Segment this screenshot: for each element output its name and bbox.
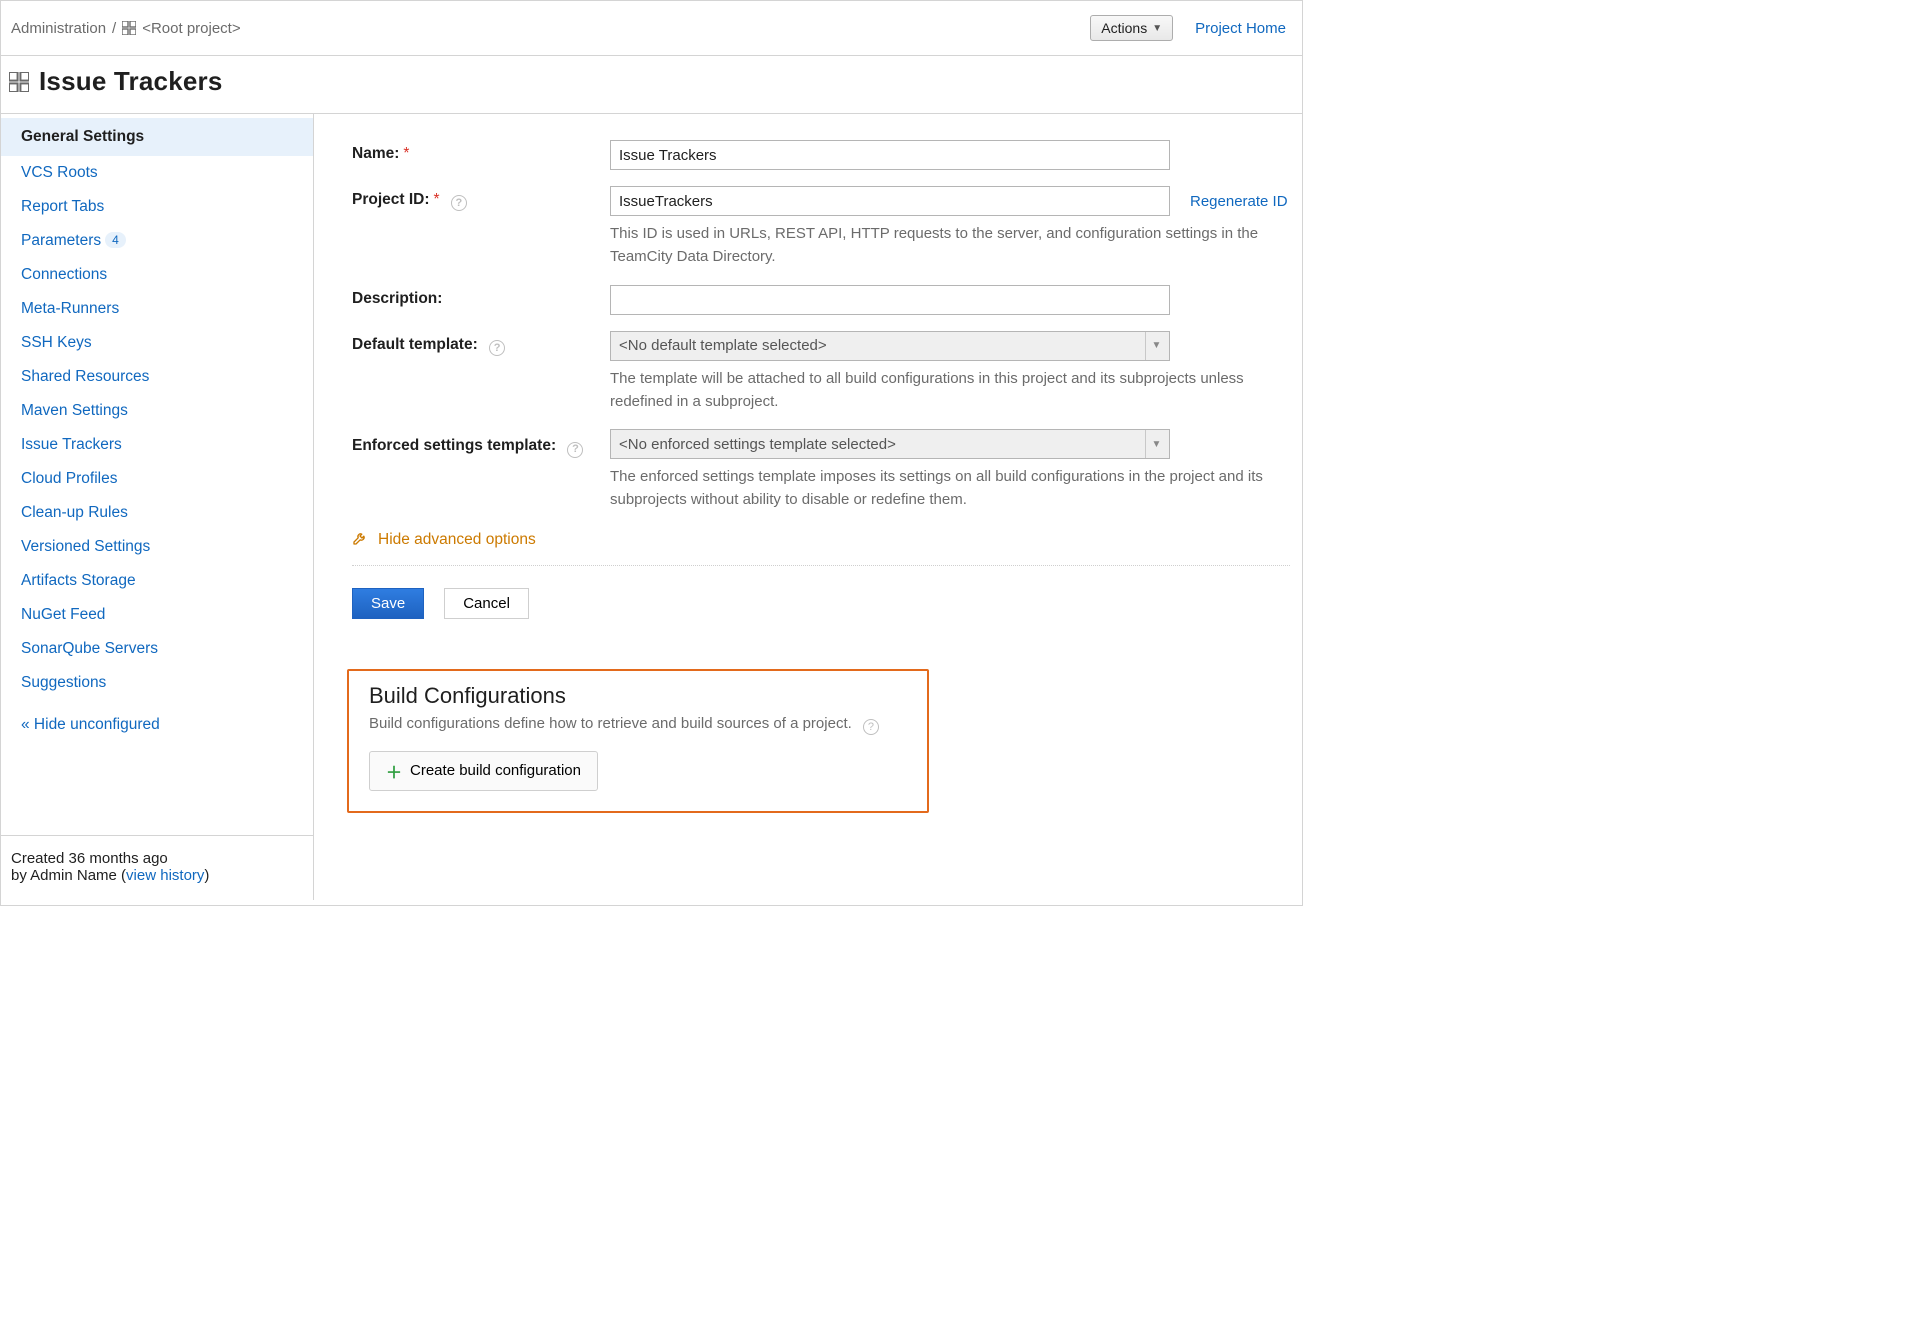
sidebar-item-cloud-profiles[interactable]: Cloud Profiles xyxy=(1,462,313,496)
wrench-icon xyxy=(352,530,368,551)
breadcrumb-root: <Root project> xyxy=(142,20,240,37)
select-value: <No default template selected> xyxy=(619,337,827,354)
sidebar-item-label: Versioned Settings xyxy=(21,538,150,555)
sidebar-item-label: Cloud Profiles xyxy=(21,470,118,487)
sidebar-item-sonarqube-servers[interactable]: SonarQube Servers xyxy=(1,632,313,666)
project-icon xyxy=(122,21,136,35)
sidebar-item-label: Connections xyxy=(21,266,107,283)
project-id-input[interactable] xyxy=(610,186,1170,216)
created-by: by Admin Name ( xyxy=(11,867,126,884)
sidebar-item-clean-up-rules[interactable]: Clean-up Rules xyxy=(1,496,313,530)
project-home-link[interactable]: Project Home xyxy=(1195,20,1286,37)
sidebar-item-label: Report Tabs xyxy=(21,198,104,215)
sidebar-item-meta-runners[interactable]: Meta-Runners xyxy=(1,292,313,326)
project-icon xyxy=(9,72,29,92)
chevron-down-icon: ▼ xyxy=(1145,430,1167,458)
name-input[interactable] xyxy=(610,140,1170,170)
sidebar-item-maven-settings[interactable]: Maven Settings xyxy=(1,394,313,428)
header-bar: Administration / <Root project> Actions … xyxy=(1,1,1302,56)
sidebar-item-label: SonarQube Servers xyxy=(21,640,158,657)
hide-unconfigured-link[interactable]: « Hide unconfigured xyxy=(1,706,313,744)
project-id-label: Project ID:* ? xyxy=(352,186,610,211)
sidebar: General Settings VCS Roots Report Tabs P… xyxy=(1,114,314,900)
plus-icon: ＋ xyxy=(386,759,402,783)
sidebar-item-label: Clean-up Rules xyxy=(21,504,128,521)
help-icon[interactable]: ? xyxy=(863,719,879,735)
chevron-down-icon: ▼ xyxy=(1152,23,1162,34)
help-icon[interactable]: ? xyxy=(451,195,467,211)
sidebar-item-label: Meta-Runners xyxy=(21,300,119,317)
sidebar-item-label: SSH Keys xyxy=(21,334,92,351)
created-by-suffix: ) xyxy=(204,867,209,884)
help-icon[interactable]: ? xyxy=(567,442,583,458)
advanced-toggle-label: Hide advanced options xyxy=(378,531,536,549)
sidebar-item-general-settings[interactable]: General Settings xyxy=(1,118,313,156)
sidebar-item-connections[interactable]: Connections xyxy=(1,258,313,292)
view-history-link[interactable]: view history xyxy=(126,867,204,884)
sidebar-item-artifacts-storage[interactable]: Artifacts Storage xyxy=(1,564,313,598)
sidebar-item-issue-trackers[interactable]: Issue Trackers xyxy=(1,428,313,462)
sidebar-item-label: VCS Roots xyxy=(21,164,98,181)
build-configurations-section: Build Configurations Build configuration… xyxy=(347,669,929,813)
breadcrumb: Administration / <Root project> xyxy=(11,20,241,37)
enforced-template-label: Enforced settings template: ? xyxy=(352,429,610,459)
page-title: Issue Trackers xyxy=(39,66,223,97)
cancel-button[interactable]: Cancel xyxy=(444,588,529,619)
hide-advanced-options-link[interactable]: Hide advanced options xyxy=(352,530,1302,551)
breadcrumb-separator: / xyxy=(112,20,116,37)
actions-button[interactable]: Actions ▼ xyxy=(1090,15,1173,41)
chevron-down-icon: ▼ xyxy=(1145,332,1167,360)
create-build-configuration-button[interactable]: ＋ Create build configuration xyxy=(369,751,598,791)
sidebar-item-vcs-roots[interactable]: VCS Roots xyxy=(1,156,313,190)
sidebar-item-label: Artifacts Storage xyxy=(21,572,136,589)
divider xyxy=(352,565,1290,566)
parameters-badge: 4 xyxy=(105,232,126,248)
sidebar-item-nuget-feed[interactable]: NuGet Feed xyxy=(1,598,313,632)
sidebar-item-label: Shared Resources xyxy=(21,368,149,385)
name-label: Name:* xyxy=(352,140,610,163)
sidebar-item-label: NuGet Feed xyxy=(21,606,105,623)
default-template-select[interactable]: <No default template selected> ▼ xyxy=(610,331,1170,361)
regenerate-id-link[interactable]: Regenerate ID xyxy=(1190,193,1288,210)
enforced-template-hint: The enforced settings template imposes i… xyxy=(610,465,1290,512)
help-icon[interactable]: ? xyxy=(489,340,505,356)
sidebar-item-suggestions[interactable]: Suggestions xyxy=(1,666,313,700)
sidebar-item-versioned-settings[interactable]: Versioned Settings xyxy=(1,530,313,564)
actions-label: Actions xyxy=(1101,20,1147,36)
title-row: Issue Trackers xyxy=(1,56,1302,114)
save-button[interactable]: Save xyxy=(352,588,424,619)
sidebar-footer: Created 36 months ago by Admin Name (vie… xyxy=(1,835,313,900)
create-build-config-label: Create build configuration xyxy=(410,762,581,779)
build-configurations-description: Build configurations define how to retri… xyxy=(369,715,852,732)
sidebar-item-shared-resources[interactable]: Shared Resources xyxy=(1,360,313,394)
breadcrumb-admin-link[interactable]: Administration xyxy=(11,20,106,37)
sidebar-item-label: Maven Settings xyxy=(21,402,128,419)
default-template-hint: The template will be attached to all bui… xyxy=(610,367,1290,414)
sidebar-item-label: Issue Trackers xyxy=(21,436,122,453)
description-input[interactable] xyxy=(610,285,1170,315)
created-info: Created 36 months ago xyxy=(11,850,303,867)
sidebar-item-label: General Settings xyxy=(21,128,144,145)
select-value: <No enforced settings template selected> xyxy=(619,436,896,453)
sidebar-item-report-tabs[interactable]: Report Tabs xyxy=(1,190,313,224)
sidebar-item-parameters[interactable]: Parameters4 xyxy=(1,224,313,258)
sidebar-item-label: Parameters xyxy=(21,232,101,249)
sidebar-item-label: Suggestions xyxy=(21,674,106,691)
description-label: Description: xyxy=(352,285,610,308)
default-template-label: Default template: ? xyxy=(352,331,610,356)
build-configurations-title: Build Configurations xyxy=(369,683,911,709)
project-id-hint: This ID is used in URLs, REST API, HTTP … xyxy=(610,222,1290,269)
sidebar-item-ssh-keys[interactable]: SSH Keys xyxy=(1,326,313,360)
enforced-template-select[interactable]: <No enforced settings template selected>… xyxy=(610,429,1170,459)
main-content: Name:* Project ID:* ? Regenerate ID This… xyxy=(314,114,1302,900)
